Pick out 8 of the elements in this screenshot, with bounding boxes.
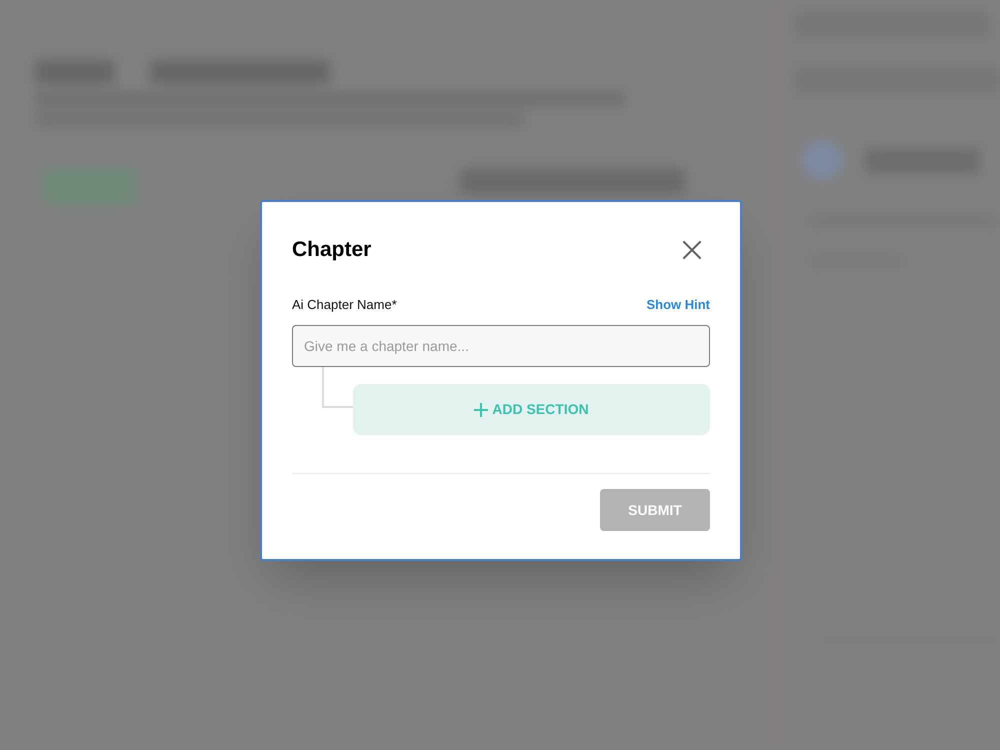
close-icon [683,241,701,259]
close-button[interactable] [682,240,702,260]
dialog-title: Chapter [292,237,372,263]
add-section-button[interactable]: ADD SECTION [353,384,710,435]
show-hint-link[interactable]: Show Hint [646,295,710,315]
plus-icon [474,402,488,416]
field-label: Ai Chapter Name* [292,296,397,314]
chapter-name-input[interactable]: Give me a chapter name... [292,325,710,367]
